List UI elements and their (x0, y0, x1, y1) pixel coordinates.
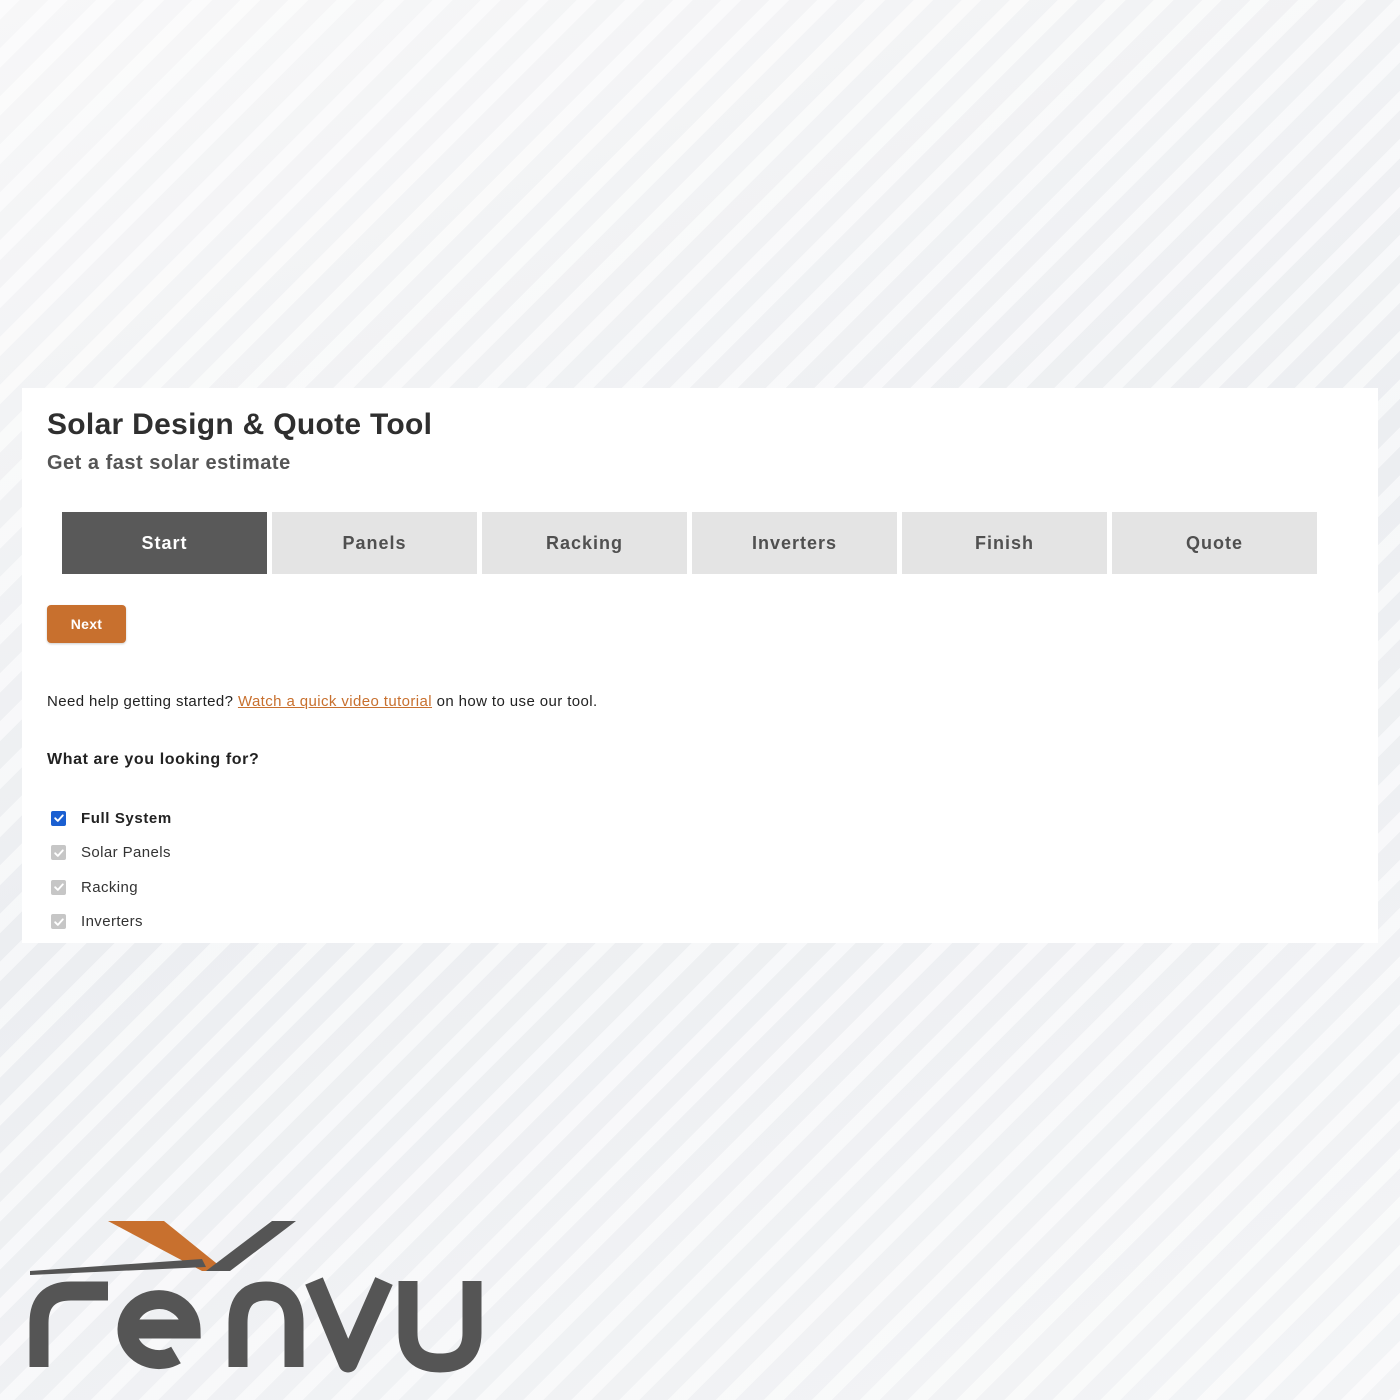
option-label: Solar Panels (81, 844, 171, 862)
inverters-checkbox (51, 914, 66, 930)
tab-finish[interactable]: Finish (902, 512, 1107, 574)
page-subtitle: Get a fast solar estimate (47, 452, 291, 474)
full-system-checkbox[interactable] (51, 810, 66, 826)
option-label: Full System (81, 809, 172, 827)
video-tutorial-link[interactable]: Watch a quick video tutorial (238, 693, 432, 710)
tab-panels[interactable]: Panels (272, 512, 477, 574)
help-text: Need help getting started? Watch a quick… (47, 693, 598, 710)
step-tabs: Start Panels Racking Inverters Finish Qu… (62, 512, 1317, 574)
racking-checkbox (51, 879, 66, 895)
option-solar-panels: Solar Panels (51, 836, 172, 871)
renvu-chevron-logo (29, 1221, 482, 1373)
option-label: Inverters (81, 913, 143, 931)
help-prefix: Need help getting started? (47, 693, 234, 710)
checkmark-icon (53, 918, 64, 926)
tab-inverters[interactable]: Inverters (692, 512, 897, 574)
product-options: Full System Solar Panels Racking Inverte… (51, 801, 172, 939)
checkmark-icon (53, 883, 64, 892)
option-inverters: Inverters (51, 905, 172, 940)
option-label: Racking (81, 878, 138, 896)
help-suffix: on how to use our tool. (436, 693, 598, 710)
tab-start[interactable]: Start (62, 512, 267, 574)
tab-racking[interactable]: Racking (482, 512, 687, 574)
checkmark-icon (53, 814, 64, 823)
page-title: Solar Design & Quote Tool (47, 408, 433, 441)
solar-panels-checkbox (51, 845, 66, 861)
quote-tool-card: Solar Design & Quote Tool Get a fast sol… (22, 388, 1378, 943)
tab-quote[interactable]: Quote (1112, 512, 1317, 574)
checkmark-icon (53, 849, 64, 857)
next-button[interactable]: Next (47, 605, 126, 643)
question-label: What are you looking for? (47, 751, 260, 768)
option-full-system[interactable]: Full System (51, 801, 172, 836)
renvu-logo (26, 1215, 488, 1375)
option-racking: Racking (51, 870, 172, 905)
